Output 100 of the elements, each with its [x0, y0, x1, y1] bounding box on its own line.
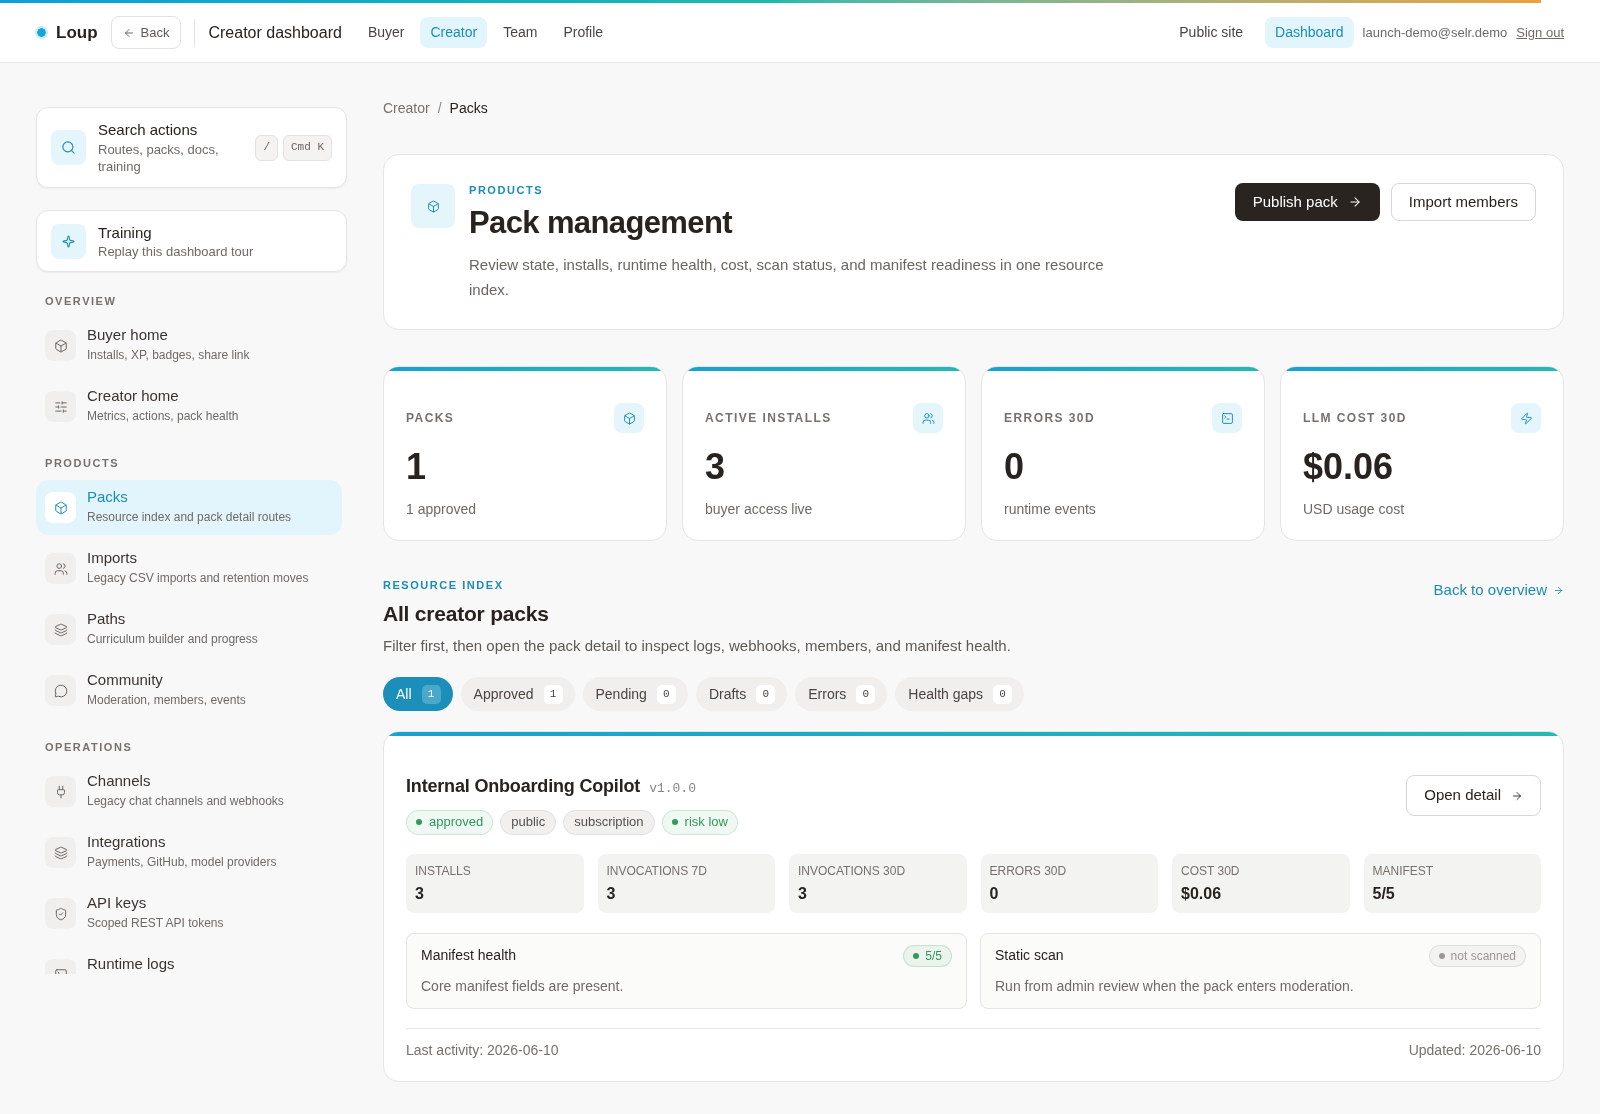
nav-tab[interactable]: Dashboard — [1265, 17, 1354, 48]
metric-label: COST 30D — [1181, 862, 1241, 879]
training-subtitle: Replay this dashboard tour — [98, 242, 255, 260]
page-description: Review state, installs, runtime health, cost, scan status, and manifest readiness in one resource index. — [469, 255, 1105, 300]
metric-label: INSTALLS — [415, 862, 472, 879]
nav-tab[interactable]: Public site — [1169, 17, 1254, 48]
breadcrumb-current: Packs — [449, 99, 488, 117]
filter-chip[interactable]: Errors 0 — [795, 677, 888, 711]
users-icon — [45, 553, 76, 584]
shield-check-icon — [45, 898, 76, 929]
brand-name: Loup — [56, 21, 98, 44]
stat-value: $0.06 — [1303, 447, 1395, 487]
page-title: Pack management — [469, 204, 734, 242]
sidebar-item[interactable]: Packs Resource index and pack detail routes — [36, 480, 342, 535]
users-icon — [913, 403, 943, 433]
import-members-button[interactable]: Import members — [1390, 183, 1536, 221]
nav-tab[interactable]: Profile — [553, 17, 614, 48]
breadcrumb-separator: / — [437, 99, 442, 117]
sidebar-item[interactable]: Integrations Payments, GitHub, model providers — [36, 825, 342, 880]
sidebar-item[interactable]: Imports Legacy CSV imports and retention moves — [36, 541, 342, 596]
pack-name: Internal Onboarding Copilot — [406, 775, 641, 797]
search-card[interactable]: Search actions Routes, packs, docs, training / Cmd K — [36, 107, 347, 188]
sidebar-item[interactable]: Paths Curriculum builder and progress — [36, 602, 342, 657]
updated-text: Updated: 2026-06-10 — [1408, 1040, 1541, 1060]
filter-chip[interactable]: Approved 1 — [460, 677, 575, 711]
check-title: Static scan — [995, 946, 1064, 965]
shortcut-key: Cmd K — [283, 134, 332, 161]
dashboard-title: Creator dashboard — [208, 22, 342, 43]
sidebar-item[interactable]: Channels Legacy chat channels and webhooks — [36, 764, 342, 819]
sidebar-section-heading: PRODUCTS — [44, 456, 121, 470]
section-eyebrow: PRODUCTS — [469, 183, 545, 197]
training-card[interactable]: Training Replay this dashboard tour — [36, 210, 347, 272]
section-title: All creator packs — [383, 601, 550, 627]
metric-value: 0 — [989, 883, 1000, 904]
layers-icon — [45, 614, 76, 645]
sign-out-link[interactable]: Sign out — [1516, 22, 1564, 43]
status-badge: not scanned — [1428, 944, 1526, 967]
status-badge: 5/5 — [903, 944, 952, 967]
metric-label: MANIFEST — [1372, 862, 1435, 879]
metric-value: 5/5 — [1372, 883, 1396, 904]
metric-label: ERRORS 30D — [989, 862, 1068, 879]
nav-tab[interactable]: Buyer — [357, 17, 415, 48]
tag-badge: public — [500, 809, 557, 835]
status-badge: approved — [406, 809, 494, 835]
account-email: launch-demo@selr.demo — [1362, 23, 1508, 42]
cube-icon — [614, 403, 644, 433]
sidebar-item[interactable]: API keys Scoped REST API tokens — [36, 886, 342, 941]
shortcut-key: / — [255, 134, 278, 161]
filter-chip[interactable]: Drafts 0 — [695, 677, 788, 711]
stat-value: 1 — [406, 447, 428, 487]
filter-chip[interactable]: Pending 0 — [582, 677, 688, 711]
tag-badge: subscription — [563, 809, 655, 835]
stat-label: ERRORS 30D — [1004, 410, 1096, 427]
publish-pack-button[interactable]: Publish pack — [1234, 183, 1380, 221]
arrow-right-icon — [1511, 789, 1523, 802]
breadcrumb-link[interactable]: Creator — [383, 99, 430, 117]
sparkle-icon — [51, 223, 86, 259]
open-detail-button[interactable]: Open detail — [1406, 775, 1541, 816]
plug-icon — [45, 776, 76, 807]
sliders-icon — [45, 391, 76, 422]
metric-value: 3 — [415, 883, 425, 904]
cube-icon — [411, 184, 455, 228]
stat-caption: buyer access live — [705, 500, 814, 519]
metric-label: INVOCATIONS 30D — [798, 862, 907, 879]
stat-label: LLM COST 30D — [1303, 410, 1407, 427]
cube-icon — [45, 492, 76, 523]
arrow-left-icon — [122, 26, 135, 39]
sidebar-section-heading: OVERVIEW — [44, 294, 118, 308]
stat-caption: runtime events — [1004, 500, 1097, 519]
stat-value: 0 — [1004, 447, 1026, 487]
metric-value: 3 — [606, 883, 617, 904]
nav-tab[interactable]: Team — [493, 17, 548, 48]
check-description: Run from admin review when the pack enters moderation. — [995, 976, 1355, 996]
last-activity-text: Last activity: 2026-06-10 — [406, 1040, 559, 1060]
search-icon — [51, 130, 86, 165]
filter-chip[interactable]: Health gaps 0 — [895, 677, 1025, 711]
stat-caption: 1 approved — [406, 500, 478, 519]
sidebar-section-heading: OPERATIONS — [44, 740, 134, 754]
cube-icon — [45, 330, 76, 361]
sidebar-item[interactable]: Creator home Metrics, actions, pack health — [36, 379, 342, 434]
search-subtitle: Routes, packs, docs, training — [98, 141, 220, 175]
lightning-icon — [1511, 403, 1541, 433]
check-description: Core manifest fields are present. — [421, 976, 625, 996]
back-button[interactable]: Back — [110, 16, 182, 49]
speech-bubble-icon — [45, 675, 76, 706]
section-description: Filter first, then open the pack detail to inspect logs, webhooks, members, and manifest health. — [383, 636, 1011, 656]
sidebar-item[interactable]: Buyer home Installs, XP, badges, share link — [36, 318, 342, 373]
sidebar-item[interactable]: Runtime logs — [36, 947, 342, 974]
training-title: Training — [98, 222, 153, 243]
stat-label: PACKS — [406, 410, 455, 427]
check-title: Manifest health — [421, 946, 516, 965]
metric-value: 3 — [798, 883, 808, 904]
layers-icon — [45, 837, 76, 868]
arrow-right-icon — [1347, 195, 1362, 209]
sidebar-item[interactable]: Community Moderation, members, events — [36, 663, 342, 718]
pack-version: v1.0.0 — [649, 780, 696, 798]
filter-chip[interactable]: All 1 — [383, 677, 453, 711]
back-to-overview-link[interactable]: Back to overview — [1433, 579, 1564, 602]
status-badge: risk low — [661, 809, 738, 835]
terminal-icon — [1212, 403, 1242, 433]
